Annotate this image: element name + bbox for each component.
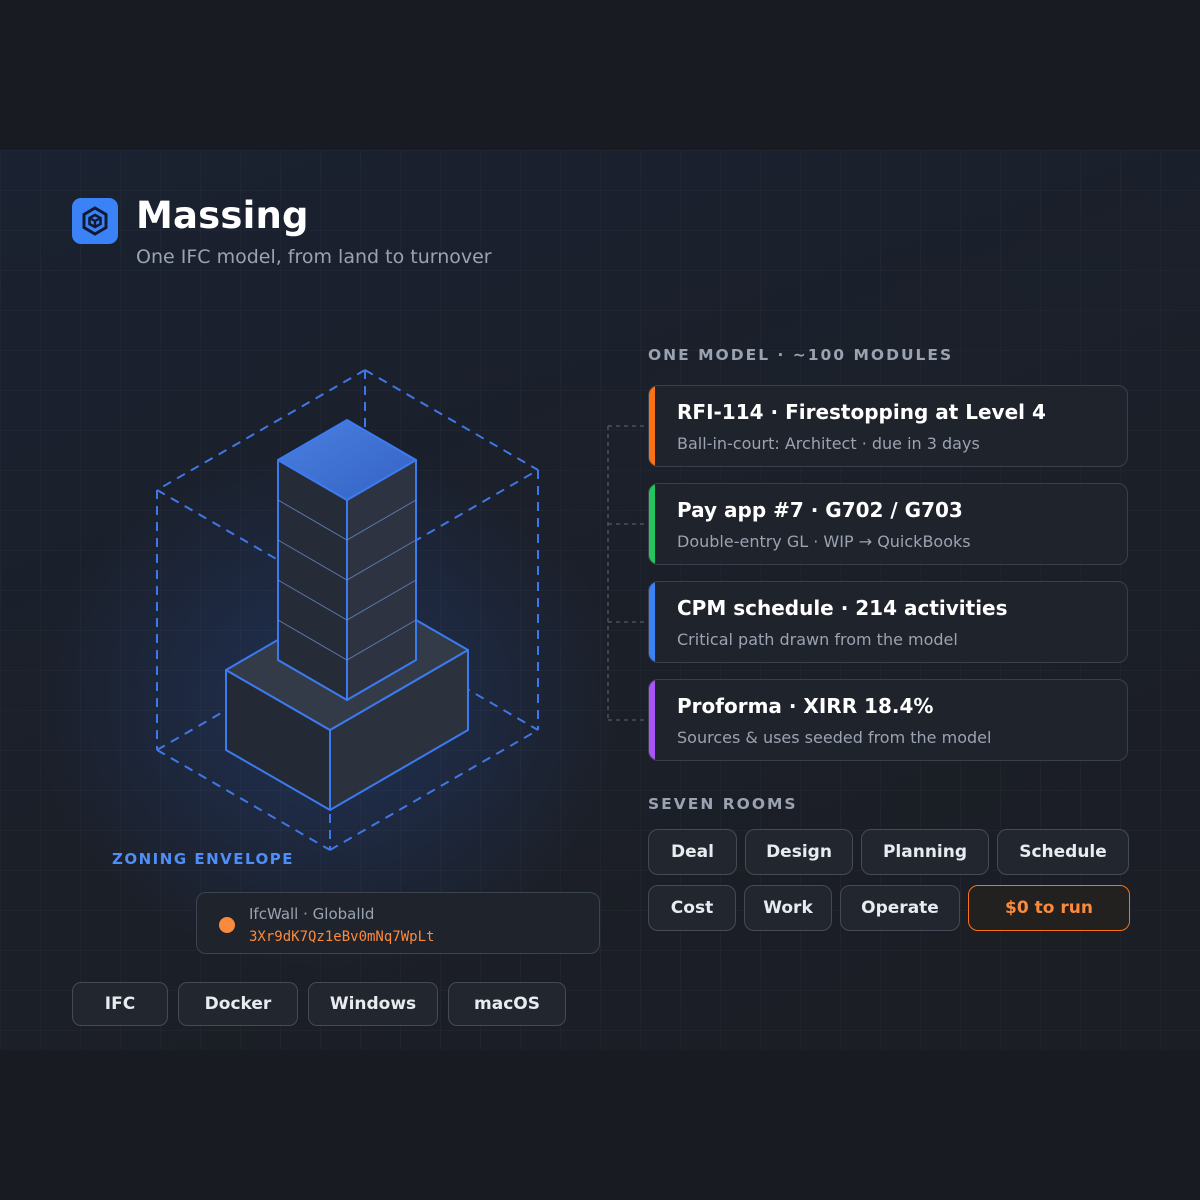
module-card-rfi[interactable]: RFI-114 · Firestopping at Level 4 Ball-i… bbox=[648, 385, 1128, 467]
module-subtitle: Ball-in-court: Architect · due in 3 days bbox=[677, 434, 980, 453]
module-accent-bar bbox=[649, 680, 655, 760]
room-pill-operate[interactable]: Operate bbox=[840, 885, 960, 931]
rooms-row-1: Deal Design Planning Schedule bbox=[648, 829, 1129, 875]
module-accent-bar bbox=[649, 582, 655, 662]
room-pill-schedule[interactable]: Schedule bbox=[997, 829, 1129, 875]
ifc-global-id: 3Xr9dK7Qz1eBv0mNq7WpLt bbox=[249, 929, 435, 945]
massing-logo-icon bbox=[72, 198, 118, 244]
status-dot bbox=[219, 917, 235, 933]
module-card-pay-app[interactable]: Pay app #7 · G702 / G703 Double-entry GL… bbox=[648, 483, 1128, 565]
module-title: Proforma · XIRR 18.4% bbox=[677, 694, 934, 718]
platform-pill-ifc: IFC bbox=[72, 982, 168, 1026]
module-card-cpm-schedule[interactable]: CPM schedule · 214 activities Critical p… bbox=[648, 581, 1128, 663]
run-free-button[interactable]: $0 to run bbox=[968, 885, 1130, 931]
module-subtitle: Critical path drawn from the model bbox=[677, 630, 958, 649]
room-pill-cost[interactable]: Cost bbox=[648, 885, 736, 931]
platform-pill-windows: Windows bbox=[308, 982, 438, 1026]
module-connectors bbox=[607, 425, 648, 721]
room-pill-planning[interactable]: Planning bbox=[861, 829, 989, 875]
room-pill-design[interactable]: Design bbox=[745, 829, 853, 875]
app-title: Massing bbox=[136, 194, 309, 237]
zoning-envelope-label: ZONING ENVELOPE bbox=[112, 850, 295, 868]
room-pill-work[interactable]: Work bbox=[744, 885, 832, 931]
ifc-entity-label: IfcWall · GlobalId bbox=[249, 905, 375, 923]
platform-pill-docker: Docker bbox=[178, 982, 298, 1026]
rooms-heading: SEVEN ROOMS bbox=[648, 795, 798, 813]
module-accent-bar bbox=[649, 484, 655, 564]
module-title: Pay app #7 · G702 / G703 bbox=[677, 498, 963, 522]
module-subtitle: Double-entry GL · WIP → QuickBooks bbox=[677, 532, 971, 551]
module-title: CPM schedule · 214 activities bbox=[677, 596, 1008, 620]
module-accent-bar bbox=[649, 386, 655, 466]
hero-panel: Massing One IFC model, from land to turn… bbox=[0, 150, 1200, 1050]
rooms-row-2: Cost Work Operate $0 to run bbox=[648, 885, 1130, 931]
module-subtitle: Sources & uses seeded from the model bbox=[677, 728, 992, 747]
modules-heading: ONE MODEL · ~100 MODULES bbox=[648, 346, 954, 364]
tower-block bbox=[277, 419, 417, 701]
module-title: RFI-114 · Firestopping at Level 4 bbox=[677, 400, 1046, 424]
ifc-entity-card: IfcWall · GlobalId 3Xr9dK7Qz1eBv0mNq7WpL… bbox=[196, 892, 600, 954]
room-pill-deal[interactable]: Deal bbox=[648, 829, 737, 875]
app-subtitle: One IFC model, from land to turnover bbox=[136, 246, 492, 268]
module-card-proforma[interactable]: Proforma · XIRR 18.4% Sources & uses see… bbox=[648, 679, 1128, 761]
platform-pills: IFC Docker Windows macOS bbox=[72, 982, 566, 1026]
platform-pill-macos: macOS bbox=[448, 982, 566, 1026]
massing-illustration bbox=[156, 369, 539, 851]
